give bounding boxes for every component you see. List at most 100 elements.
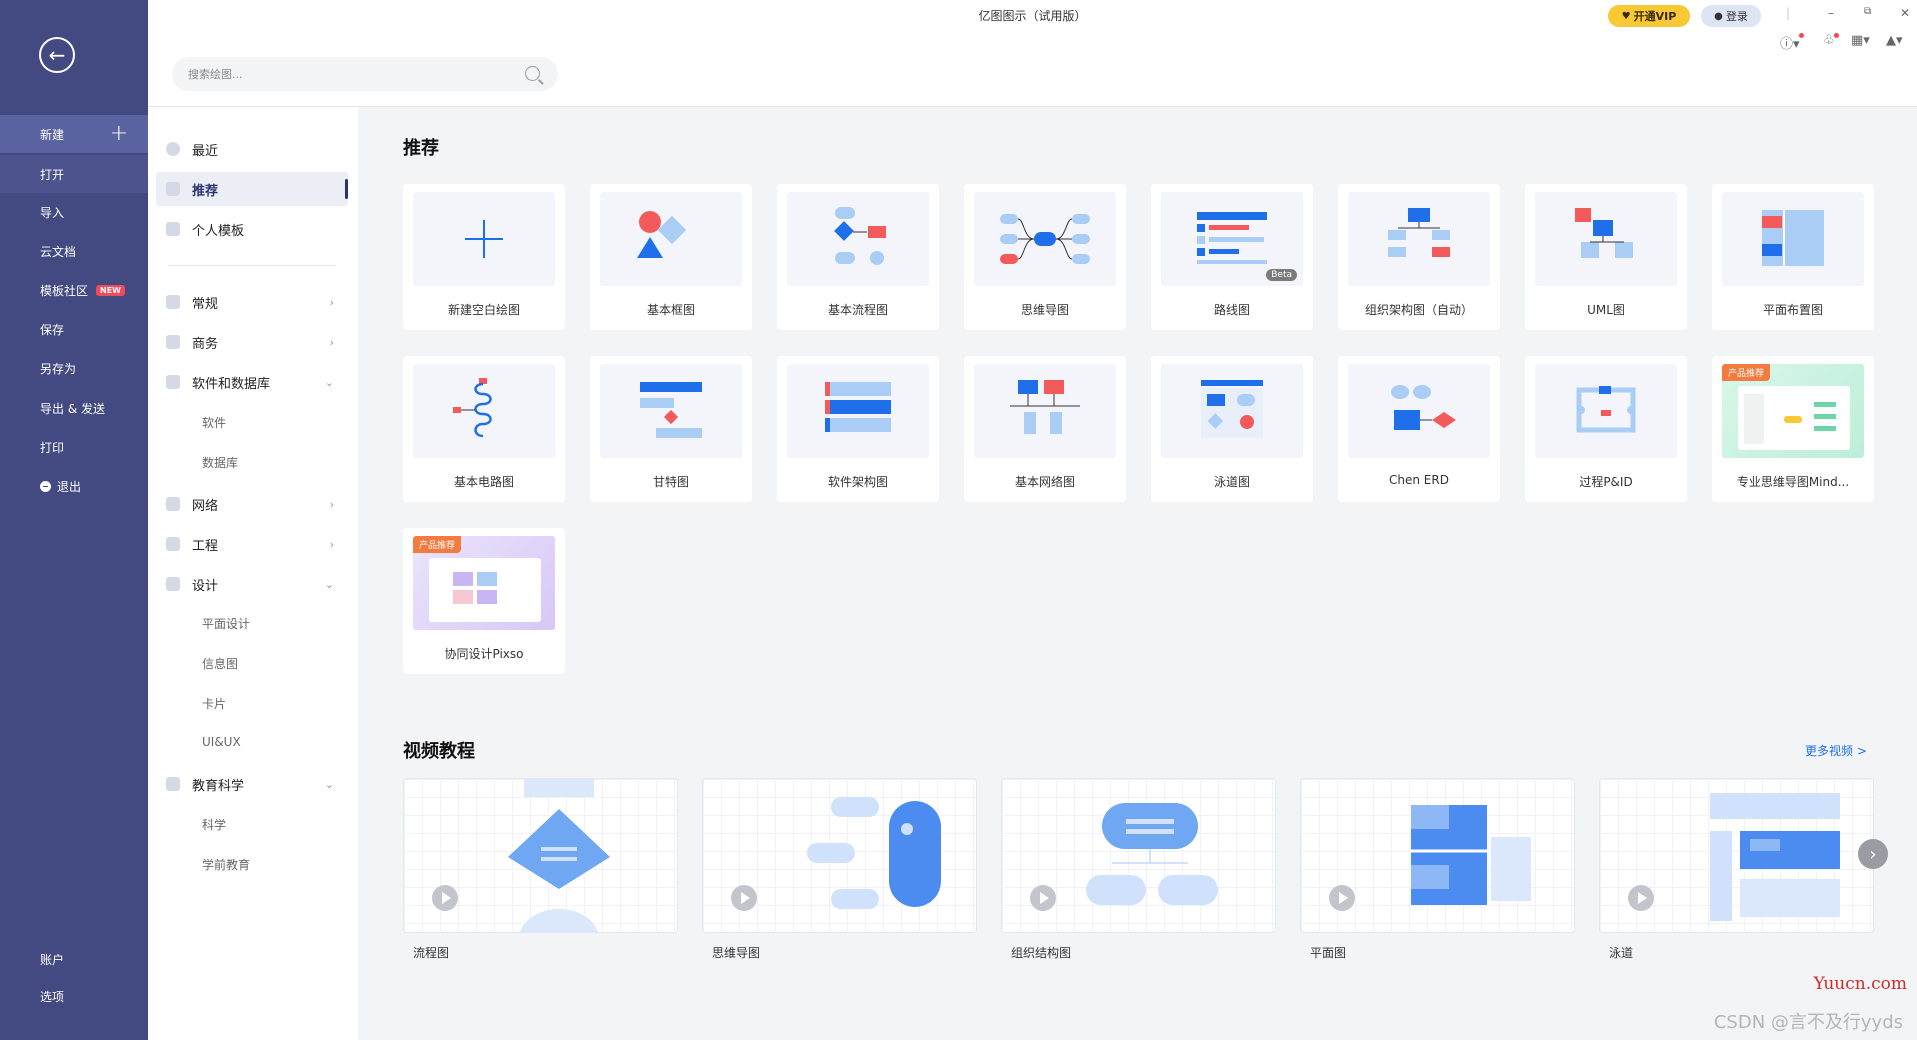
help-icon[interactable]: ⓘ▾	[1780, 33, 1800, 52]
template-card-chen-erd[interactable]: Chen ERD	[1338, 356, 1500, 502]
video-card-mindmap[interactable]	[702, 778, 977, 933]
cat-sub-software[interactable]: 软件	[202, 414, 226, 431]
video-card-flowchart[interactable]	[403, 778, 678, 933]
watermark-site: Yuucn.com	[1813, 974, 1907, 994]
template-card-circuit[interactable]: 基本电路图	[403, 356, 565, 502]
restore-icon[interactable]: ⧉	[1864, 6, 1871, 17]
template-card-mindmaster[interactable]: 产品推荐 专业思维导图Mind...	[1712, 356, 1874, 502]
floor-plan-icon	[1762, 210, 1824, 266]
cat-sub-graphic-design[interactable]: 平面设计	[202, 615, 250, 632]
apps-grid-icon[interactable]: ▦▾	[1851, 33, 1870, 48]
cat-network-label: 网络	[192, 498, 219, 514]
card-thumbnail	[787, 192, 929, 286]
cat-sub-infographic[interactable]: 信息图	[202, 655, 238, 672]
search-box[interactable]	[172, 57, 558, 91]
card-thumbnail	[974, 192, 1116, 286]
org-chart-icon	[1388, 208, 1450, 257]
play-icon[interactable]	[1030, 885, 1056, 911]
chevron-right-icon[interactable]: ›	[1858, 839, 1888, 869]
template-card-pid[interactable]: 过程P&ID	[1525, 356, 1687, 502]
card-thumbnail	[600, 192, 742, 286]
login-button[interactable]: ● 登录	[1701, 5, 1761, 27]
card-label: 甘特图	[652, 475, 689, 489]
nav-print[interactable]: 打印	[0, 428, 148, 466]
template-card-uml[interactable]: UML图	[1525, 184, 1687, 330]
recommend-title: 推荐	[403, 138, 439, 159]
template-card-gantt[interactable]: 甘特图	[590, 356, 752, 502]
cat-sub-database[interactable]: 数据库	[202, 454, 238, 471]
divider	[168, 265, 336, 266]
cat-sub-card[interactable]: 卡片	[202, 695, 226, 712]
nav-template-community-label: 模板社区	[40, 283, 89, 298]
template-card-network[interactable]: 基本网络图	[964, 356, 1126, 502]
play-icon[interactable]	[432, 885, 458, 911]
card-thumbnail	[413, 364, 555, 458]
cat-recent[interactable]: 最近	[156, 132, 348, 166]
cat-business[interactable]: 商务 ›	[156, 325, 348, 359]
video-card-org-chart[interactable]	[1001, 778, 1276, 933]
cat-general-label: 常规	[192, 296, 219, 312]
cat-recommend[interactable]: 推荐	[156, 172, 348, 206]
nav-export-send[interactable]: 导出 & 发送	[0, 389, 148, 427]
plus-icon[interactable]: +	[110, 123, 128, 145]
education-icon	[166, 777, 180, 791]
videos-title: 视频教程	[403, 741, 475, 762]
nav-options[interactable]: 选项	[0, 977, 148, 1015]
card-thumbnail: Beta	[1161, 192, 1303, 286]
shirt-icon[interactable]: ▲▾	[1886, 33, 1903, 48]
template-card-block-diagram[interactable]: 基本框图	[590, 184, 752, 330]
divider: |	[1786, 6, 1791, 20]
search-icon[interactable]	[525, 66, 540, 81]
card-label: 软件架构图	[827, 475, 888, 489]
nav-save[interactable]: 保存	[0, 310, 148, 348]
chevron-down-icon: ⌄	[324, 577, 334, 591]
nav-exit[interactable]: 退出	[0, 467, 148, 505]
watermark-author: CSDN @言不及行yyds	[1713, 1012, 1903, 1033]
engineering-icon	[166, 537, 180, 551]
nav-save-as[interactable]: 另存为	[0, 349, 148, 387]
nav-open[interactable]: 打开	[0, 155, 148, 193]
nav-import[interactable]: 导入	[0, 193, 148, 231]
play-icon[interactable]	[1628, 885, 1654, 911]
nav-template-community[interactable]: 模板社区 NEW	[0, 271, 148, 309]
play-icon[interactable]	[731, 885, 757, 911]
back-arrow-icon[interactable]: ←	[39, 37, 75, 73]
cat-sub-preschool[interactable]: 学前教育	[202, 856, 250, 873]
play-icon[interactable]	[1329, 885, 1355, 911]
video-card-swimlane[interactable]	[1599, 778, 1874, 933]
template-card-mindmap[interactable]: 思维导图	[964, 184, 1126, 330]
template-card-software-architecture[interactable]: 软件架构图	[777, 356, 939, 502]
card-label: 平面布置图	[1762, 303, 1823, 317]
cat-engineering[interactable]: 工程 ›	[156, 527, 348, 561]
cat-general[interactable]: 常规 ›	[156, 285, 348, 319]
template-card-swimlane[interactable]: 泳道图	[1151, 356, 1313, 502]
search-input[interactable]	[188, 57, 508, 91]
card-label: 协同设计Pixso	[444, 647, 524, 661]
nav-new[interactable]: 新建 +	[0, 115, 148, 153]
template-card-floor-plan[interactable]: 平面布置图	[1712, 184, 1874, 330]
video-label-flowchart: 流程图	[413, 946, 450, 960]
cat-network[interactable]: 网络 ›	[156, 487, 348, 521]
cat-education-science[interactable]: 教育科学 ⌄	[156, 767, 348, 801]
template-card-org-chart-auto[interactable]: 组织架构图（自动）	[1338, 184, 1500, 330]
minimize-icon[interactable]: –	[1828, 6, 1834, 20]
card-label: 基本框图	[646, 303, 695, 317]
nav-cloud-docs[interactable]: 云文档	[0, 232, 148, 270]
cat-personal-templates[interactable]: 个人模板	[156, 212, 348, 246]
nav-new-label: 新建	[40, 127, 65, 142]
close-icon[interactable]: ✕	[1900, 6, 1910, 20]
vip-button[interactable]: ♥ 开通VIP	[1608, 5, 1690, 27]
template-card-flowchart[interactable]: 基本流程图	[777, 184, 939, 330]
template-card-pixso[interactable]: 产品推荐 协同设计Pixso	[403, 528, 565, 674]
chevron-down-icon: ⌄	[324, 375, 334, 389]
bell-icon[interactable]: ♧	[1823, 33, 1835, 48]
cat-design[interactable]: 设计 ⌄	[156, 567, 348, 601]
cat-sub-uiux[interactable]: UI&UX	[202, 735, 241, 749]
cat-sub-science[interactable]: 科学	[202, 816, 226, 833]
more-videos-link[interactable]: 更多视频 >	[1805, 742, 1867, 759]
nav-account[interactable]: 账户	[0, 940, 148, 978]
template-card-blank[interactable]: 新建空白绘图	[403, 184, 565, 330]
template-card-roadmap[interactable]: Beta 路线图	[1151, 184, 1313, 330]
cat-software-database[interactable]: 软件和数据库 ⌄	[156, 365, 348, 399]
video-card-floor-plan[interactable]	[1300, 778, 1575, 933]
